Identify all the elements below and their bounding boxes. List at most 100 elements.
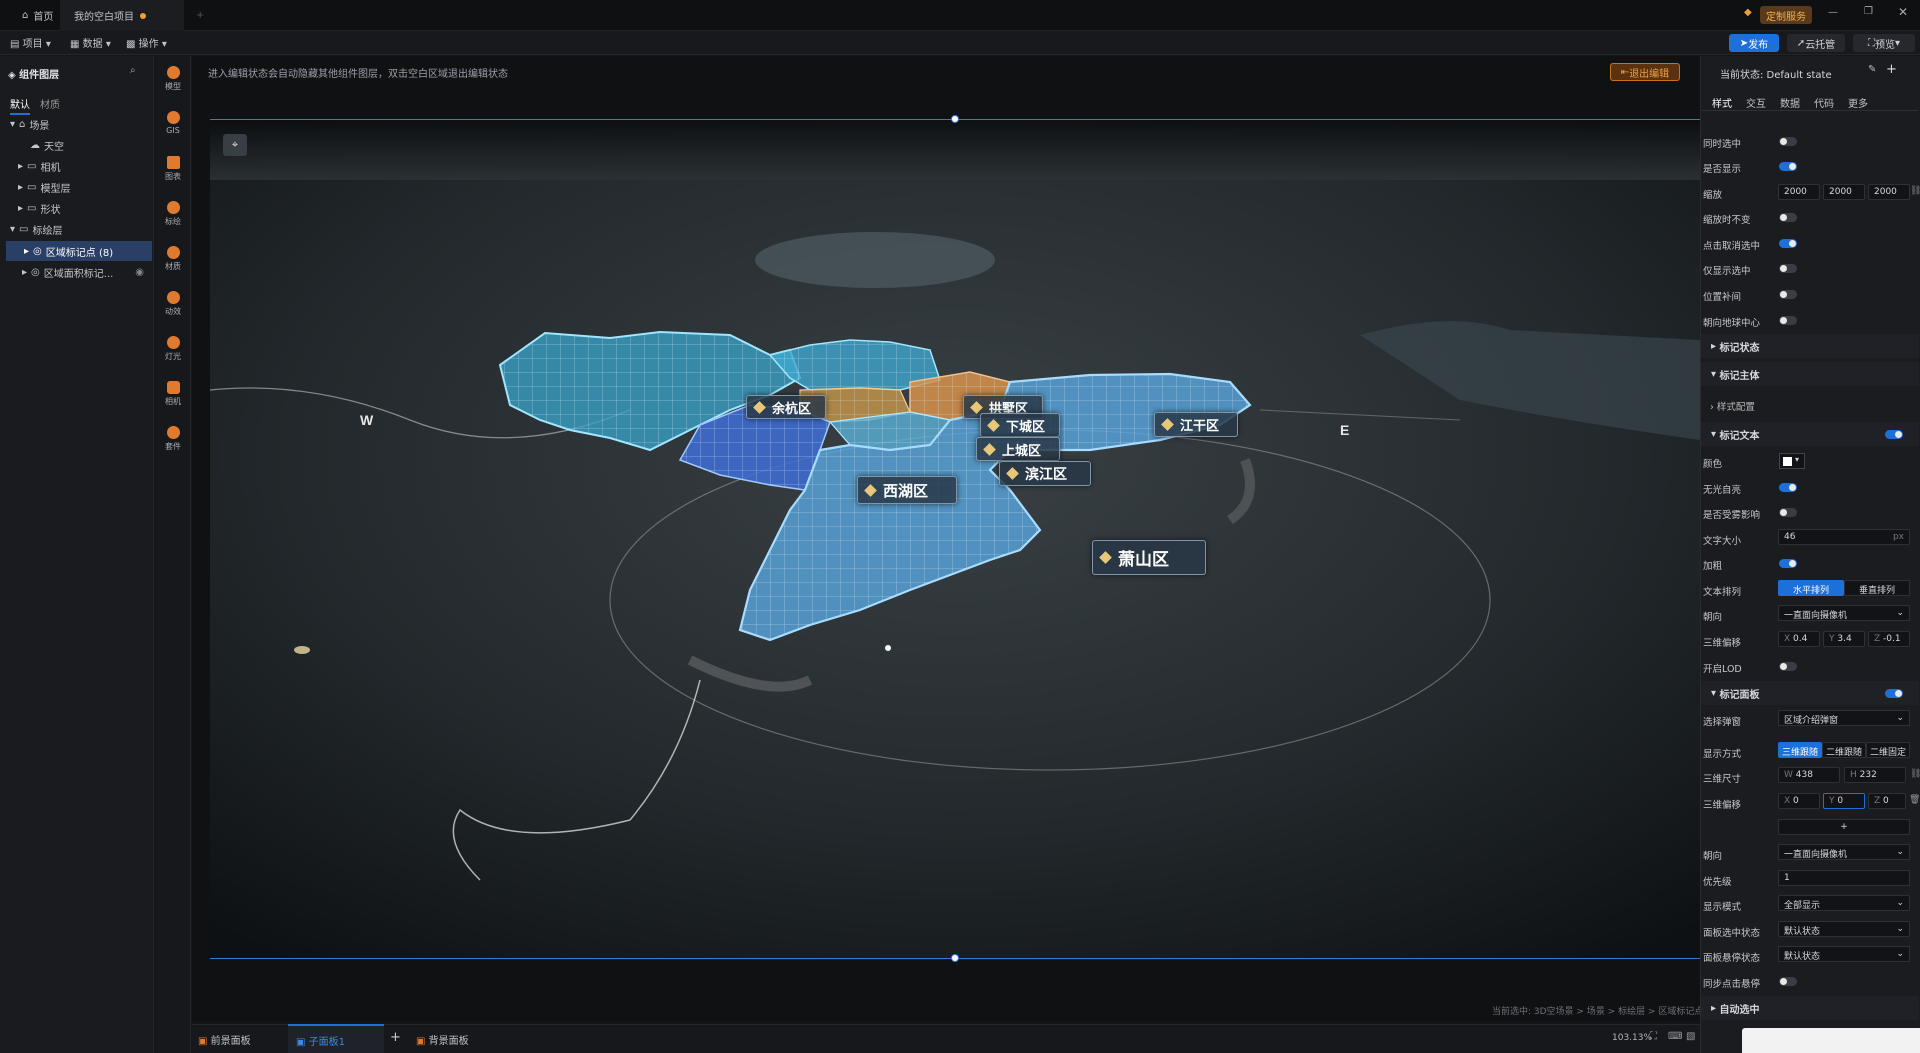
scale-x-input[interactable]: 2000 <box>1778 184 1820 200</box>
color-picker[interactable]: ▾ <box>1779 453 1805 469</box>
section-marker-body[interactable]: ▾ 标记主体 <box>1701 362 1919 386</box>
scale-z-input[interactable]: 2000 <box>1868 184 1910 200</box>
add-panel-button[interactable]: + <box>390 1030 401 1045</box>
map-label-jianggan[interactable]: 江干区 <box>1154 412 1238 437</box>
panel-tab-sub1[interactable]: ▣ 子面板1 <box>288 1024 384 1053</box>
scale-y-input[interactable]: 2000 <box>1823 184 1865 200</box>
icon-bar-material[interactable]: 材质 <box>155 246 191 272</box>
tree-item-scene[interactable]: ▾ ⌂ 场景 <box>0 114 152 134</box>
display-3d-follow-button[interactable]: 三维跟随 <box>1778 742 1822 758</box>
tab-code[interactable]: 代码 <box>1814 95 1834 110</box>
priority-input[interactable]: 1 <box>1778 870 1910 886</box>
map-label-xiaoshan[interactable]: 萧山区 <box>1092 540 1206 575</box>
project-menu[interactable]: ▤ 项目 ▾ <box>10 35 51 50</box>
tree-item-plot-layer[interactable]: ▾ ▭ 标绘层 <box>0 219 152 239</box>
map-label-xiacheng[interactable]: 下城区 <box>980 413 1060 437</box>
hidden-eye-icon[interactable]: ◉ <box>135 267 144 278</box>
tab-material[interactable]: 材质 <box>40 96 60 111</box>
tree-item-region-area[interactable]: ▸ ◎ 区域面积标记... ◉ <box>0 262 152 282</box>
size-h-input[interactable]: H 232 <box>1844 767 1906 783</box>
link-icon[interactable]: ⛓ <box>1910 186 1920 196</box>
map-label-xihu[interactable]: 西湖区 <box>857 476 957 504</box>
toggle-position-tween[interactable] <box>1779 290 1797 299</box>
ime-toolbar[interactable] <box>1742 1028 1920 1053</box>
toggle-click-deselect[interactable] <box>1779 239 1797 248</box>
search-icon[interactable]: ⌕ <box>130 65 136 76</box>
toggle-show-selected-only[interactable] <box>1779 264 1797 273</box>
link-icon[interactable]: ⛓ <box>1910 769 1920 779</box>
add-offset-button[interactable]: + <box>1778 819 1910 835</box>
horizontal-arrange-button[interactable]: 水平排列 <box>1778 580 1844 596</box>
icon-bar-chart[interactable]: 图表 <box>155 156 191 182</box>
add-state-icon[interactable]: + <box>1886 62 1897 77</box>
panel-offset-z-input[interactable]: Z 0 <box>1868 793 1906 809</box>
toggle-affected-by-fog[interactable] <box>1779 508 1797 517</box>
operate-menu[interactable]: ▩ 操作 ▾ <box>126 35 167 50</box>
panel-tab-background[interactable]: ▣ 背景面板 <box>416 1032 469 1047</box>
toggle-simultaneous-select[interactable] <box>1779 137 1797 146</box>
toggle-bold[interactable] <box>1779 559 1797 568</box>
tree-item-region-markers[interactable]: ▸ ◎ 区域标记点 (8) <box>6 241 152 261</box>
section-marker-state[interactable]: ▸ 标记状态 <box>1701 334 1919 358</box>
panel-tab-foreground[interactable]: ▣ 前景面板 <box>198 1032 251 1047</box>
close-icon[interactable]: ✕ <box>1898 5 1908 19</box>
tab-more[interactable]: 更多 <box>1848 95 1868 110</box>
panel-select-state-select[interactable]: 默认状态 ⌄ <box>1778 921 1910 937</box>
tab-style[interactable]: 样式 <box>1712 95 1732 110</box>
panel-offset-x-input[interactable]: X 0 <box>1778 793 1820 809</box>
icon-bar-light[interactable]: 灯光 <box>155 336 191 362</box>
new-tab-button[interactable]: + <box>182 0 218 31</box>
toggle-face-globe-center[interactable] <box>1779 316 1797 325</box>
ruler-icon[interactable]: ▧ <box>1686 1031 1695 1042</box>
show-mode-select[interactable]: 全部显示 ⌄ <box>1778 895 1910 911</box>
popup-select[interactable]: 区域介绍弹窗 ⌄ <box>1778 710 1910 726</box>
toggle-sync-click-hover[interactable] <box>1779 977 1797 986</box>
zoom-level[interactable]: 103.13% <box>1612 1033 1652 1043</box>
icon-bar-kit[interactable]: 套件 <box>155 426 191 452</box>
resize-handle-top[interactable] <box>951 115 959 123</box>
offset-x-input[interactable]: X 0.4 <box>1778 631 1820 647</box>
size-w-input[interactable]: W 438 <box>1778 767 1840 783</box>
panel-facing-select[interactable]: 一直面向摄像机 ⌄ <box>1778 844 1910 860</box>
3d-map-scene[interactable]: W E <box>210 120 1700 960</box>
cloud-host-button[interactable]: ➚ 云托管 <box>1787 34 1845 52</box>
tab-default[interactable]: 默认 <box>10 96 30 115</box>
toggle-no-light[interactable] <box>1779 483 1797 492</box>
toggle-marker-panel[interactable] <box>1885 689 1903 698</box>
minimize-icon[interactable]: — <box>1828 7 1838 18</box>
icon-bar-effect[interactable]: 动效 <box>155 291 191 317</box>
preview-button[interactable]: ⛶ 预览 ▾ <box>1853 34 1915 52</box>
keyboard-icon[interactable]: ⌨ <box>1668 1031 1682 1042</box>
tree-item-shape[interactable]: ▸ ▭ 形状 <box>0 198 152 218</box>
panel-hover-state-select[interactable]: 默认状态 ⌄ <box>1778 946 1910 962</box>
location-pin-icon[interactable]: ⌖ <box>223 134 247 156</box>
publish-button[interactable]: ➤ 发布 <box>1729 34 1779 52</box>
resize-handle-bottom[interactable] <box>951 954 959 962</box>
font-size-input[interactable]: 46 px <box>1778 529 1910 545</box>
vertical-arrange-button[interactable]: 垂直排列 <box>1844 580 1910 596</box>
icon-bar-camera[interactable]: 相机 <box>155 381 191 407</box>
map-label-shangcheng[interactable]: 上城区 <box>976 437 1060 461</box>
exit-edit-button[interactable]: ⇤ 退出编辑 <box>1610 63 1680 81</box>
offset-z-input[interactable]: Z -0.1 <box>1868 631 1910 647</box>
data-menu[interactable]: ▦ 数据 ▾ <box>70 35 111 50</box>
toggle-visible[interactable] <box>1779 162 1797 171</box>
fit-icon[interactable]: ⛶ <box>1650 1031 1657 1042</box>
restore-icon[interactable]: ❐ <box>1864 6 1873 17</box>
display-2d-fixed-button[interactable]: 二维固定 <box>1866 742 1910 758</box>
display-2d-follow-button[interactable]: 二维跟随 <box>1822 742 1866 758</box>
icon-bar-gis[interactable]: GIS <box>155 111 191 135</box>
icon-bar-plot[interactable]: 标绘 <box>155 201 191 227</box>
toggle-scale-invariant[interactable] <box>1779 213 1797 222</box>
edit-icon[interactable]: ✎ <box>1868 64 1876 75</box>
tree-item-camera[interactable]: ▸ ▭ 相机 <box>0 156 152 176</box>
map-label-yuhang[interactable]: 余杭区 <box>746 395 826 419</box>
tab-interaction[interactable]: 交互 <box>1746 95 1766 110</box>
toggle-lod[interactable] <box>1779 662 1797 671</box>
tree-item-model-layer[interactable]: ▸ ▭ 模型层 <box>0 177 152 197</box>
map-label-binjiang[interactable]: 滨江区 <box>999 461 1091 486</box>
toggle-marker-text[interactable] <box>1885 430 1903 439</box>
style-config-row[interactable]: › 样式配置 <box>1710 399 1755 413</box>
panel-offset-y-input[interactable]: Y 0 <box>1823 793 1865 809</box>
tab-project[interactable]: 我的空白项目 <box>60 0 184 31</box>
